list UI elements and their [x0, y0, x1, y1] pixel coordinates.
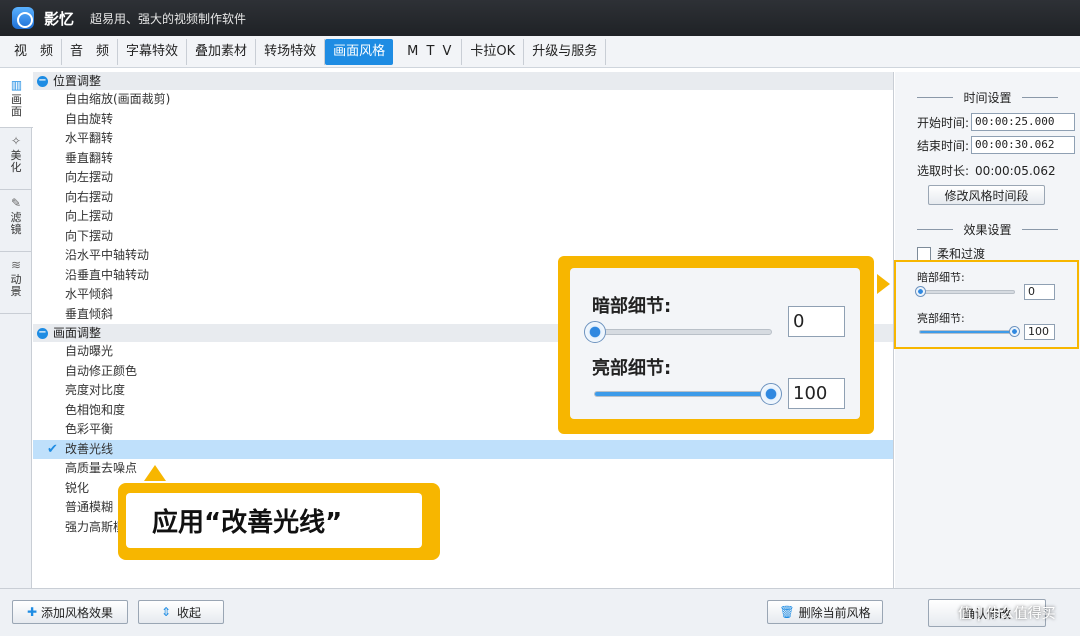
sidetab-label: 滤镜 [10, 211, 22, 236]
trash-icon: 🗑 [779, 605, 795, 619]
effect-settings-title: 效果设置 [895, 221, 1080, 238]
list-item[interactable]: 向上摆动 [33, 207, 893, 227]
sidetab-motion[interactable]: ≋ 动景 [0, 252, 32, 314]
list-item[interactable]: 向右摆动 [33, 188, 893, 208]
list-item[interactable]: 向左摆动 [33, 168, 893, 188]
list-item[interactable]: 水平翻转 [33, 129, 893, 149]
zoom-callout: 暗部细节: 0 亮部细节: 100 [558, 256, 874, 434]
annotation-callout: 应用“改善光线” [118, 483, 440, 560]
menu-bar: 视 频 音 频 字幕特效 叠加素材 转场特效 画面风格 M T V 卡拉OK 升… [0, 36, 1080, 68]
add-style-label: 添加风格效果 [41, 605, 114, 620]
sidetab-label: 画面 [11, 93, 22, 118]
start-time-label: 开始时间: [917, 115, 970, 130]
title-bar: 影忆 超易用、强大的视频制作软件 [0, 0, 1080, 36]
sidetab-beautify[interactable]: ✧ 美化 [0, 128, 32, 190]
menu-upgrade[interactable]: 升级与服务 [524, 38, 607, 65]
menu-overlay[interactable]: 叠加素材 [187, 38, 257, 65]
list-item[interactable]: 向下摆动 [33, 227, 893, 247]
delete-style-label: 删除当前风格 [798, 605, 871, 620]
waves-icon: ≋ [10, 258, 22, 272]
zoom-bright-label: 亮部细节: [592, 358, 672, 379]
collapse-icon[interactable]: − [37, 327, 48, 339]
start-time-input[interactable]: 00:00:25.000 [971, 113, 1076, 131]
list-item-label: 改善光线 [65, 441, 114, 456]
slider-knob[interactable] [760, 383, 782, 405]
end-time-input[interactable]: 00:00:30.062 [971, 136, 1076, 154]
app-name: 影忆 [44, 9, 75, 28]
start-time-row: 开始时间: 00:00:25.000 [917, 113, 1076, 131]
list-item[interactable]: 自由缩放(画面裁剪) [33, 90, 893, 110]
sidetab-picture[interactable]: ▥ 画面 [0, 72, 33, 128]
time-settings-title: 时间设置 [895, 89, 1080, 106]
collapse-label: 收起 [177, 605, 202, 620]
menu-picture-style[interactable]: 画面风格 [325, 38, 394, 65]
magic-add-icon: ✚ [26, 605, 38, 619]
menu-mtv[interactable]: M T V [399, 38, 463, 65]
modify-time-button[interactable]: 修改风格时间段 [928, 185, 1045, 205]
filter-wand-icon: ✎ [10, 196, 22, 210]
sidetab-label: 动景 [10, 273, 22, 298]
zoom-dark-slider[interactable] [584, 321, 772, 343]
sidetab-filter[interactable]: ✎ 滤镜 [0, 190, 32, 252]
duration-label: 选取时长: [917, 164, 970, 178]
collapse-icon[interactable]: − [37, 75, 48, 87]
slider-knob[interactable] [584, 321, 606, 343]
app-logo-icon [12, 7, 34, 29]
zoom-bright-input[interactable]: 100 [788, 378, 845, 409]
checkmark-icon: ✔ [47, 441, 58, 457]
slider-fill [595, 392, 771, 396]
duration-row: 选取时长: 00:00:05.062 [917, 162, 1056, 179]
list-item[interactable]: 垂直翻转 [33, 149, 893, 169]
menu-audio[interactable]: 音 频 [62, 38, 119, 65]
smooth-transition-checkbox[interactable] [917, 246, 931, 261]
collapse-button[interactable]: ⇕ 收起 [138, 600, 224, 624]
menu-transitions[interactable]: 转场特效 [256, 38, 326, 65]
zoom-panel: 暗部细节: 0 亮部细节: 100 [570, 268, 860, 419]
end-time-label: 结束时间: [917, 138, 970, 153]
bottom-bar: ✚ 添加风格效果 ⇕ 收起 🗑 删除当前风格 确认修改 [0, 588, 1080, 636]
list-item-selected[interactable]: ✔ 改善光线 [33, 439, 893, 459]
duration-value: 00:00:05.062 [975, 163, 1056, 178]
picture-icon: ▥ [10, 78, 23, 92]
delete-style-button[interactable]: 🗑 删除当前风格 [767, 600, 883, 624]
menu-karaoke[interactable]: 卡拉OK [462, 38, 525, 65]
menu-video[interactable]: 视 频 [6, 38, 63, 65]
highlight-frame [894, 260, 1079, 349]
pointer-arrow [877, 274, 890, 294]
add-style-button[interactable]: ✚ 添加风格效果 [12, 600, 128, 624]
sidetab-label: 美化 [10, 149, 22, 174]
group-title: 画面调整 [53, 326, 102, 340]
zoom-dark-input[interactable]: 0 [788, 306, 845, 337]
list-item[interactable]: 自由旋转 [33, 110, 893, 130]
collapse-arrows-icon: ⇕ [160, 605, 172, 619]
callout-pointer [144, 465, 166, 481]
zoom-dark-label: 暗部细节: [592, 296, 672, 317]
watermark: 值 | 什么值得买 [958, 606, 1056, 622]
magic-wand-icon: ✧ [10, 134, 22, 148]
app-slogan: 超易用、强大的视频制作软件 [90, 11, 247, 26]
group-header[interactable]: − 位置调整 [33, 72, 893, 90]
group-title: 位置调整 [53, 74, 102, 88]
menu-subtitle-effects[interactable]: 字幕特效 [118, 38, 188, 65]
zoom-bright-slider[interactable] [594, 383, 782, 405]
callout-text: 应用“改善光线” [126, 493, 422, 548]
side-tabs: ▥ 画面 ✧ 美化 ✎ 滤镜 ≋ 动景 [0, 72, 33, 588]
end-time-row: 结束时间: 00:00:30.062 [917, 136, 1076, 154]
